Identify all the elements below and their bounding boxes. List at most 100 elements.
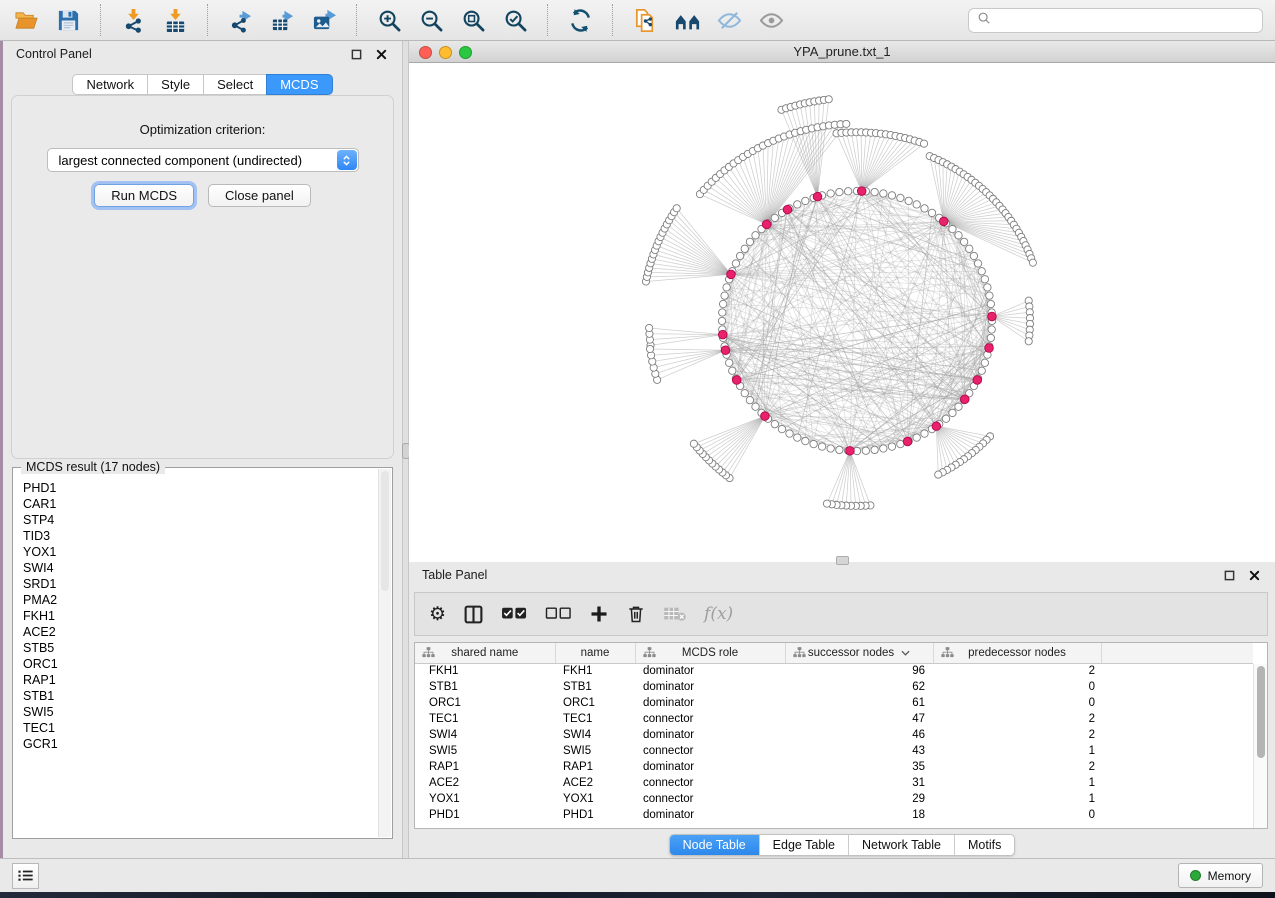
network-node[interactable]: [778, 425, 785, 432]
network-canvas[interactable]: [409, 63, 1275, 562]
mcds-scrollbar[interactable]: [378, 469, 391, 837]
export-image-button[interactable]: [310, 6, 338, 34]
table-row[interactable]: RAP1RAP1dominator352: [415, 759, 1253, 775]
network-node[interactable]: [942, 415, 949, 422]
cell-predecessor-nodes[interactable]: 0: [933, 695, 1101, 711]
network-node[interactable]: [723, 284, 730, 291]
network-node[interactable]: [729, 367, 736, 374]
network-node[interactable]: [862, 447, 869, 454]
cell-MCDS-role[interactable]: connector: [635, 791, 785, 807]
network-node[interactable]: [981, 359, 988, 366]
task-history-button[interactable]: [12, 863, 39, 889]
network-node[interactable]: [719, 309, 726, 316]
table-row[interactable]: ACE2ACE2connector311: [415, 775, 1253, 791]
network-node[interactable]: [827, 190, 834, 197]
sort-desc-icon[interactable]: [901, 647, 910, 659]
mcds-result-item[interactable]: SRD1: [23, 576, 377, 592]
close-panel-button[interactable]: Close panel: [208, 184, 311, 207]
network-leaf-node[interactable]: [1025, 338, 1032, 345]
network-hub-node[interactable]: [762, 220, 771, 229]
vertical-splitter[interactable]: [402, 41, 409, 858]
network-hub-node[interactable]: [985, 344, 994, 353]
network-node[interactable]: [802, 437, 809, 444]
optimization-criterion-select[interactable]: largest connected component (undirected): [47, 148, 359, 172]
mcds-result-item[interactable]: YOX1: [23, 544, 377, 560]
network-node[interactable]: [746, 238, 753, 245]
float-panel-icon[interactable]: [348, 46, 364, 62]
network-leaf-node[interactable]: [825, 96, 832, 103]
close-panel-icon[interactable]: [373, 46, 389, 62]
network-node[interactable]: [732, 260, 739, 267]
search-input[interactable]: [997, 13, 1254, 27]
network-node[interactable]: [818, 443, 825, 450]
network-node[interactable]: [752, 232, 759, 239]
network-node[interactable]: [897, 194, 904, 201]
refresh-button[interactable]: [566, 6, 594, 34]
network-leaf-node[interactable]: [646, 345, 653, 352]
network-node[interactable]: [718, 317, 725, 324]
cell-MCDS-role[interactable]: connector: [635, 743, 785, 759]
network-node[interactable]: [871, 188, 878, 195]
memory-button[interactable]: Memory: [1178, 863, 1263, 888]
cell-predecessor-nodes[interactable]: 2: [933, 727, 1101, 743]
network-hub-node[interactable]: [939, 217, 948, 226]
network-leaf-node[interactable]: [646, 324, 653, 331]
zoom-fit-button[interactable]: [459, 6, 487, 34]
network-node[interactable]: [970, 252, 977, 259]
network-hub-node[interactable]: [721, 346, 730, 355]
network-node[interactable]: [888, 443, 895, 450]
network-node[interactable]: [955, 403, 962, 410]
scrollbar-thumb[interactable]: [1257, 666, 1265, 758]
network-node[interactable]: [725, 359, 732, 366]
network-hub-node[interactable]: [846, 447, 855, 456]
network-node[interactable]: [905, 197, 912, 204]
cell-successor-nodes[interactable]: 31: [785, 775, 933, 791]
mcds-result-item[interactable]: ACE2: [23, 624, 377, 640]
tab-edge-table[interactable]: Edge Table: [759, 835, 848, 855]
network-node[interactable]: [836, 188, 843, 195]
network-node[interactable]: [949, 409, 956, 416]
network-node[interactable]: [987, 300, 994, 307]
cell-MCDS-role[interactable]: dominator: [635, 727, 785, 743]
network-node[interactable]: [949, 225, 956, 232]
network-node[interactable]: [741, 245, 748, 252]
network-node[interactable]: [988, 326, 995, 333]
network-leaf-node[interactable]: [823, 500, 830, 507]
column-header-name[interactable]: name: [555, 643, 635, 663]
network-node[interactable]: [719, 300, 726, 307]
network-node[interactable]: [978, 367, 985, 374]
cell-shared-name[interactable]: STB1: [415, 679, 555, 695]
tab-style[interactable]: Style: [147, 74, 203, 95]
network-node[interactable]: [966, 245, 973, 252]
cell-shared-name[interactable]: YOX1: [415, 791, 555, 807]
cell-name[interactable]: PHD1: [555, 807, 635, 823]
mcds-result-item[interactable]: CAR1: [23, 496, 377, 512]
tab-node-table[interactable]: Node Table: [670, 835, 759, 855]
cell-shared-name[interactable]: SWI5: [415, 743, 555, 759]
network-node[interactable]: [844, 188, 851, 195]
network-leaf-node[interactable]: [920, 140, 927, 147]
zoom-in-button[interactable]: [375, 6, 403, 34]
cell-shared-name[interactable]: FKH1: [415, 663, 555, 679]
cell-successor-nodes[interactable]: 46: [785, 727, 933, 743]
cell-MCDS-role[interactable]: dominator: [635, 679, 785, 695]
network-node[interactable]: [880, 445, 887, 452]
network-node[interactable]: [802, 197, 809, 204]
cell-successor-nodes[interactable]: 29: [785, 791, 933, 807]
network-node[interactable]: [810, 440, 817, 447]
network-hub-node[interactable]: [903, 437, 912, 446]
cell-shared-name[interactable]: TEC1: [415, 711, 555, 727]
mcds-result-item[interactable]: ORC1: [23, 656, 377, 672]
cell-name[interactable]: ORC1: [555, 695, 635, 711]
binoculars-button[interactable]: [673, 6, 701, 34]
table-row[interactable]: YOX1YOX1connector291: [415, 791, 1253, 807]
cell-MCDS-role[interactable]: dominator: [635, 695, 785, 711]
network-node[interactable]: [794, 201, 801, 208]
table-row[interactable]: STB1STB1dominator620: [415, 679, 1253, 695]
cell-successor-nodes[interactable]: 18: [785, 807, 933, 823]
mcds-result-item[interactable]: STB1: [23, 688, 377, 704]
delete-icon[interactable]: [626, 601, 646, 627]
cell-predecessor-nodes[interactable]: 1: [933, 775, 1101, 791]
network-node[interactable]: [974, 260, 981, 267]
network-hub-node[interactable]: [932, 422, 941, 431]
